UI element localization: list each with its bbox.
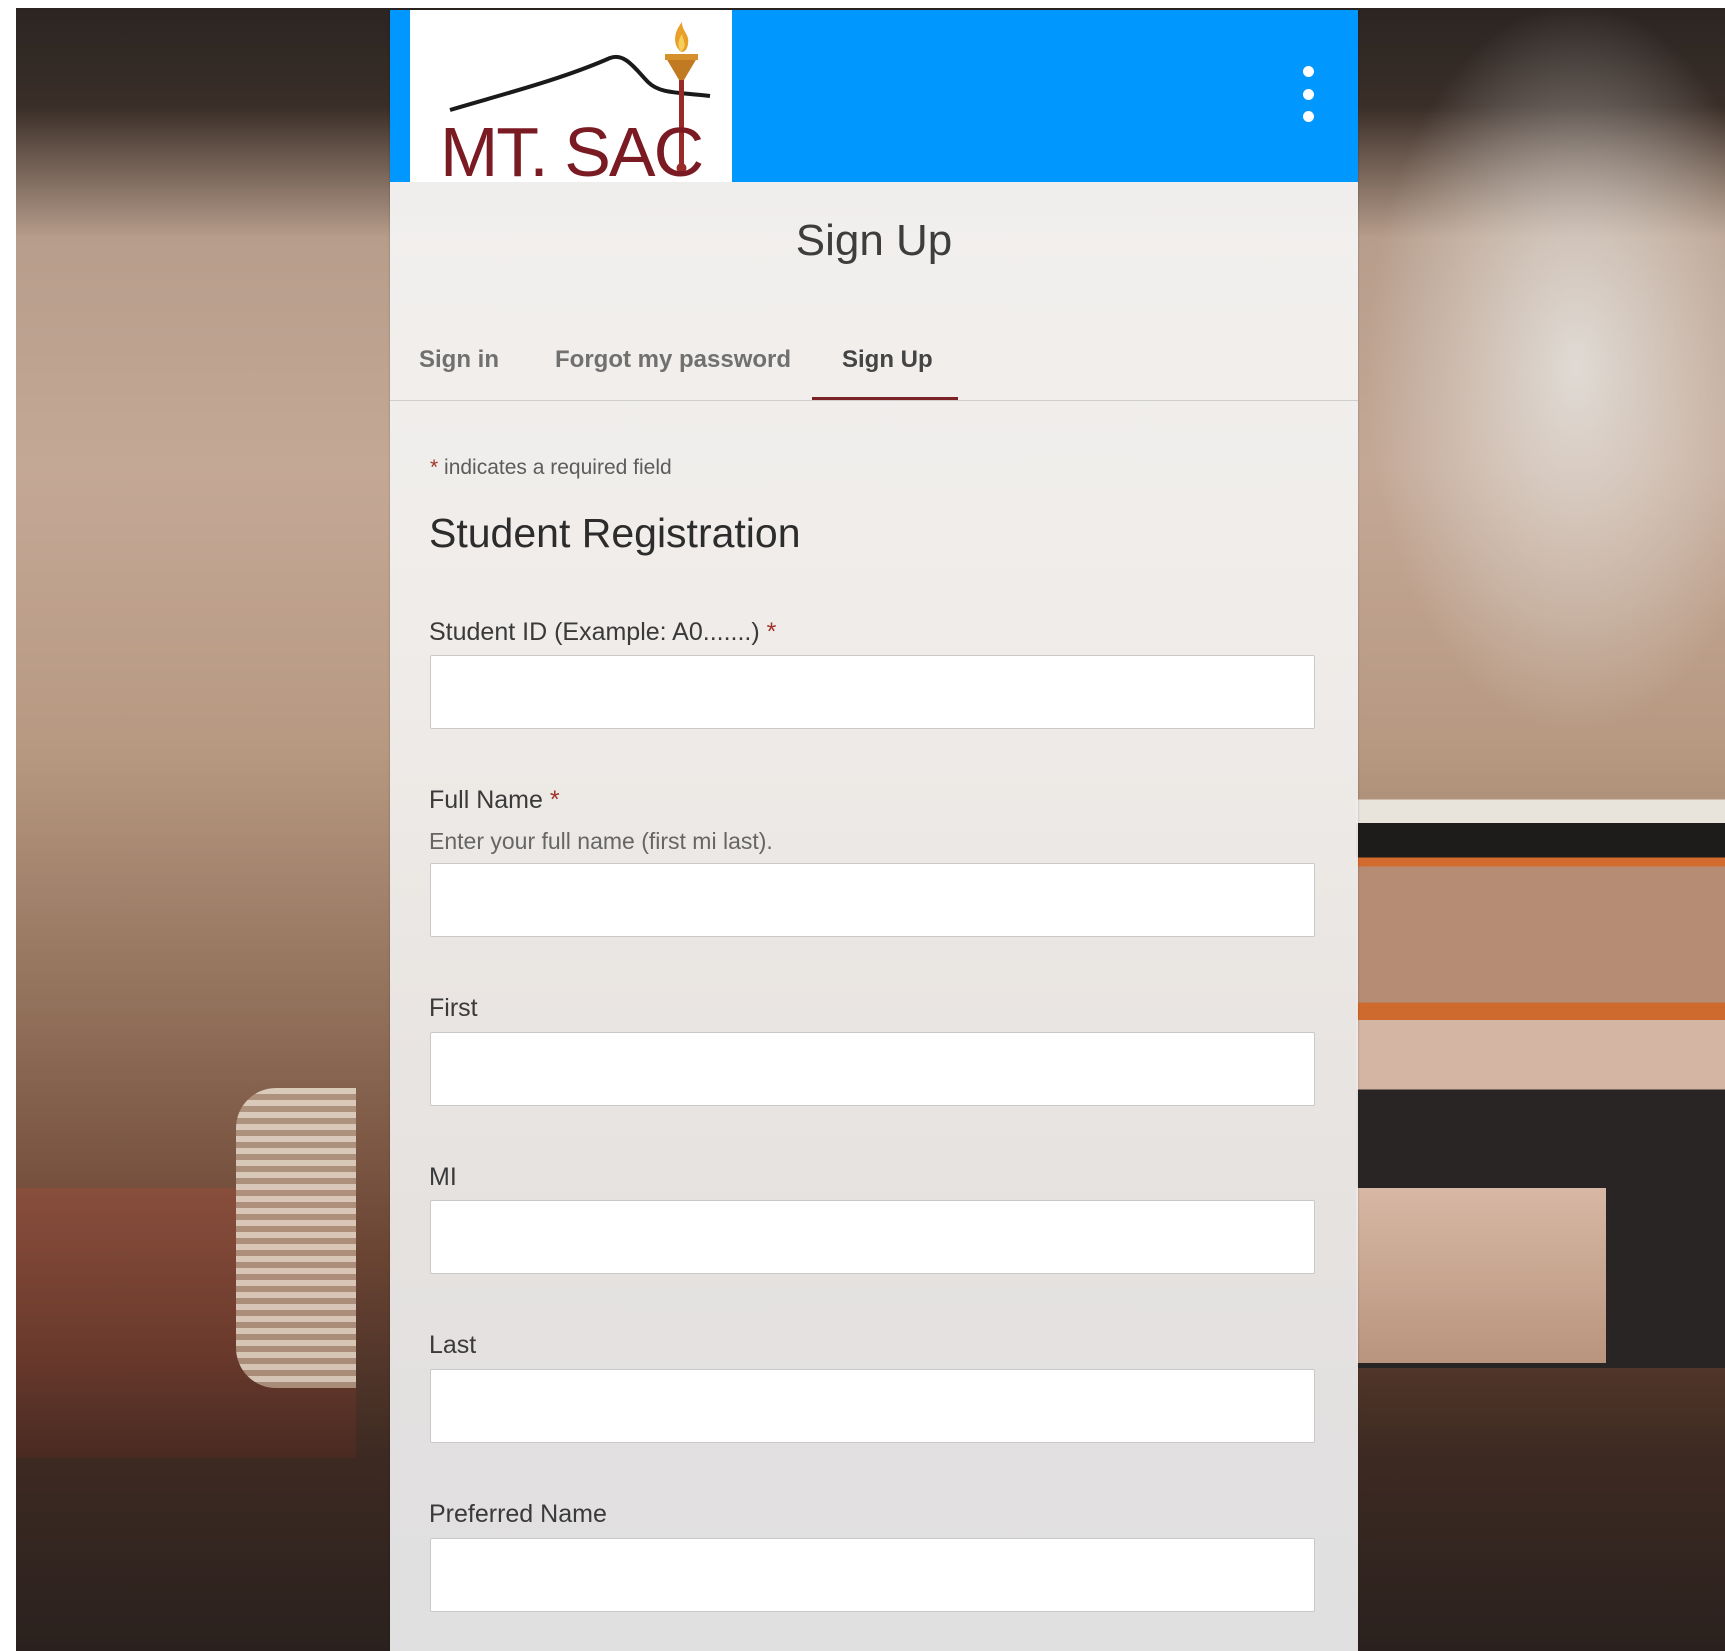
tab-sign-up[interactable]: Sign Up	[842, 346, 933, 374]
section-title: Student Registration	[429, 510, 801, 556]
middle-initial-input[interactable]	[430, 1200, 1315, 1274]
student-id-label: Student ID (Example: A0.......) *	[429, 618, 776, 647]
background-page-edge	[1356, 1188, 1606, 1363]
svg-text:MT. SAC: MT. SAC	[440, 113, 702, 182]
header-bar: MT. SAC	[390, 10, 1358, 182]
middle-initial-label: MI	[429, 1163, 457, 1191]
page-title: Sign Up	[795, 216, 953, 265]
required-note-text: indicates a required field	[438, 456, 672, 479]
tab-forgot-password[interactable]: Forgot my password	[555, 346, 791, 374]
kebab-dot	[1302, 66, 1314, 77]
auth-tabs: Sign in Forgot my password Sign Up	[390, 328, 1358, 401]
student-id-input[interactable]	[430, 655, 1315, 729]
last-name-label: Last	[429, 1331, 477, 1359]
last-name-input[interactable]	[430, 1369, 1315, 1443]
required-asterisk: *	[549, 786, 560, 814]
preferred-name-input[interactable]	[430, 1538, 1315, 1612]
more-vertical-icon[interactable]	[1296, 66, 1320, 122]
tab-sign-in[interactable]: Sign in	[419, 346, 499, 374]
student-id-label-text: Student ID (Example: A0.......)	[429, 618, 760, 646]
required-asterisk: *	[430, 456, 439, 479]
required-asterisk: *	[766, 618, 777, 646]
preferred-name-label: Preferred Name	[429, 1500, 607, 1528]
mt-sac-logo: MT. SAC	[410, 10, 732, 182]
first-name-label: First	[429, 994, 478, 1022]
full-name-label: Full Name *	[429, 786, 560, 815]
kebab-dot	[1302, 111, 1314, 122]
full-name-description: Enter your full name (first mi last).	[429, 828, 773, 854]
full-name-input[interactable]	[430, 863, 1315, 937]
first-name-input[interactable]	[430, 1032, 1315, 1106]
active-tab-indicator	[812, 397, 958, 400]
required-field-note: * indicates a required field	[430, 456, 672, 480]
full-name-label-text: Full Name	[429, 786, 543, 814]
background-books	[1356, 788, 1725, 1368]
kebab-dot	[1302, 88, 1314, 100]
signup-panel: MT. SAC Sign Up Sign in Forgot my passwo…	[390, 10, 1358, 1651]
logo-graphic: MT. SAC	[440, 22, 711, 182]
background-notebook	[236, 1088, 356, 1388]
